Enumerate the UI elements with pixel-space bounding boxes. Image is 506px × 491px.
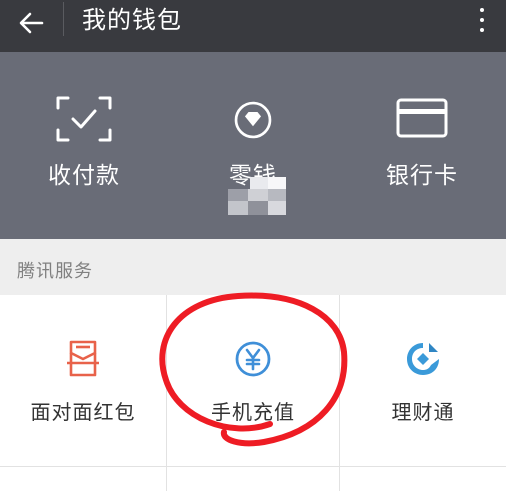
header-divider [63, 2, 64, 36]
header-bar: 我的钱包 [0, 0, 506, 52]
bank-card-icon [396, 98, 448, 138]
wallet-panel: 收付款 零钱 银行卡 [0, 52, 506, 239]
more-menu-button[interactable] [472, 2, 492, 38]
panel-label-bank-card: 银行卡 [386, 163, 458, 189]
wallet-page: 我的钱包 收付款 零钱 银行卡 腾讯服务 面对面红包 手机充值 理财通 [0, 0, 506, 491]
yuan-icon [235, 341, 271, 377]
censor-mosaic [228, 177, 286, 217]
arrow-left-icon [19, 12, 44, 34]
more-dot-icon [480, 8, 484, 12]
section-header: 腾讯服务 [0, 239, 506, 295]
service-wealth[interactable]: 理财通 [340, 295, 506, 466]
panel-item-receive-pay[interactable]: 收付款 [0, 52, 168, 239]
grid-divider-vertical [166, 295, 167, 491]
section-title: 腾讯服务 [17, 261, 93, 282]
back-button[interactable] [10, 3, 52, 43]
panel-item-bank-card[interactable]: 银行卡 [338, 52, 506, 239]
services-grid: 面对面红包 手机充值 理财通 [0, 295, 506, 491]
service-label-wealth: 理财通 [391, 400, 455, 424]
more-dot-icon [480, 28, 484, 32]
red-packet-icon [67, 340, 99, 377]
grid-divider-vertical [339, 295, 340, 491]
grid-divider-horizontal [0, 466, 506, 467]
service-label-mobile-topup: 手机充值 [211, 400, 295, 424]
more-dot-icon [480, 18, 484, 22]
wealth-icon [407, 343, 439, 375]
diamond-icon [234, 101, 272, 139]
page-title: 我的钱包 [82, 6, 182, 34]
service-label-red-packet: 面对面红包 [30, 400, 136, 424]
panel-label-receive-pay: 收付款 [48, 163, 120, 189]
service-mobile-topup[interactable]: 手机充值 [167, 295, 339, 466]
scan-pay-icon [56, 96, 112, 142]
service-red-packet[interactable]: 面对面红包 [0, 295, 166, 466]
